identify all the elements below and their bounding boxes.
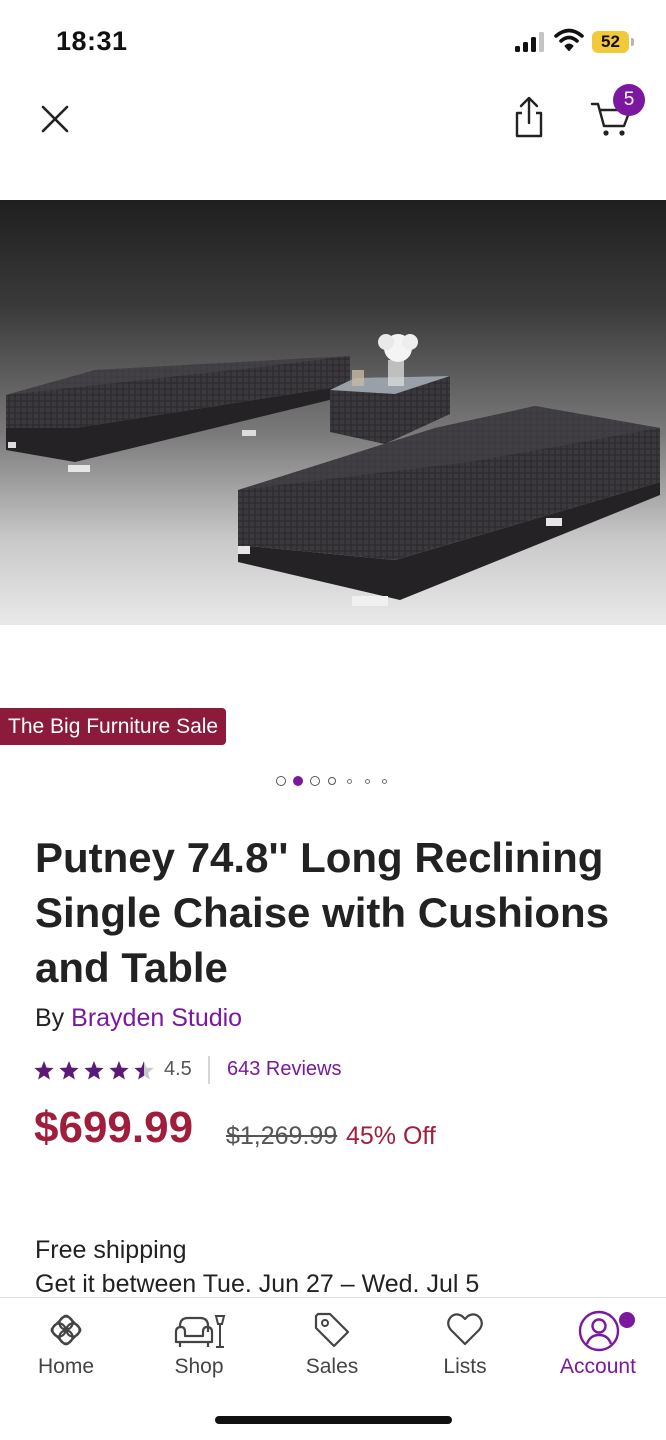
close-icon[interactable] [34,98,76,140]
brand-link[interactable]: Brayden Studio [71,1004,242,1032]
delivery-estimate: Get it between Tue. Jun 27 – Wed. Jul 5 [35,1270,480,1298]
home-indicator[interactable] [215,1416,452,1424]
discount-label: 45% Off [346,1122,436,1150]
price-row: $699.99 $1,269.99 45% Off [34,1103,654,1159]
pagination-dot-active[interactable] [293,776,303,786]
rating-stars [34,1061,154,1080]
product-title: Putney 74.8'' Long Reclining Single Chai… [35,834,610,991]
battery-icon: 52 [592,31,634,53]
wifi-icon [554,28,584,51]
product-image[interactable] [0,200,666,625]
home-icon [50,1314,82,1346]
sales-tag-icon [314,1312,350,1348]
signal-icon [515,32,547,52]
pagination-dot[interactable] [276,776,286,786]
shop-icon [174,1315,226,1348]
pagination-dot[interactable] [328,777,336,785]
image-pagination-dots[interactable] [276,774,396,788]
tab-label: Sales [305,1355,359,1378]
account-icon [578,1310,620,1352]
sale-banner[interactable]: The Big Furniture Sale [0,708,227,745]
status-bar: 18:31 52 [0,0,666,86]
heart-icon [447,1313,483,1346]
tab-label: Home [37,1355,95,1378]
rating-row[interactable]: 4.5 643 Reviews [34,1056,434,1086]
pagination-dot[interactable] [347,779,352,784]
tab-account[interactable]: Account [538,1298,658,1388]
pagination-dot[interactable] [310,776,320,786]
share-icon[interactable] [509,95,549,139]
top-nav: 5 [0,84,666,200]
tab-sales[interactable]: Sales [272,1298,392,1388]
pagination-dot[interactable] [365,779,370,784]
tab-home[interactable]: Home [6,1298,126,1388]
shipping-info: Free shipping Get it between Tue. Jun 27… [35,1233,479,1301]
cart-count-badge[interactable]: 5 [613,84,645,116]
brand-prefix: By [35,1004,65,1032]
battery-level: 52 [592,31,629,53]
reviews-link[interactable]: 643 Reviews [227,1058,342,1081]
rating-value: 4.5 [164,1058,192,1080]
tab-shop[interactable]: Shop [139,1298,259,1388]
original-price: $1,269.99 [226,1122,338,1150]
tab-lists[interactable]: Lists [405,1298,525,1388]
divider [208,1056,210,1084]
brand-line: By Brayden Studio [35,1004,242,1033]
account-notification-dot [619,1312,635,1328]
chaise-set-illustration [6,334,660,606]
tab-label: Lists [443,1355,487,1378]
shipping-label: Free shipping [35,1236,187,1264]
tab-label: Shop [174,1355,224,1378]
tab-label: Account [560,1355,636,1378]
sale-price: $699.99 [34,1103,194,1152]
pagination-dot[interactable] [382,779,387,784]
status-time: 18:31 [56,26,128,56]
